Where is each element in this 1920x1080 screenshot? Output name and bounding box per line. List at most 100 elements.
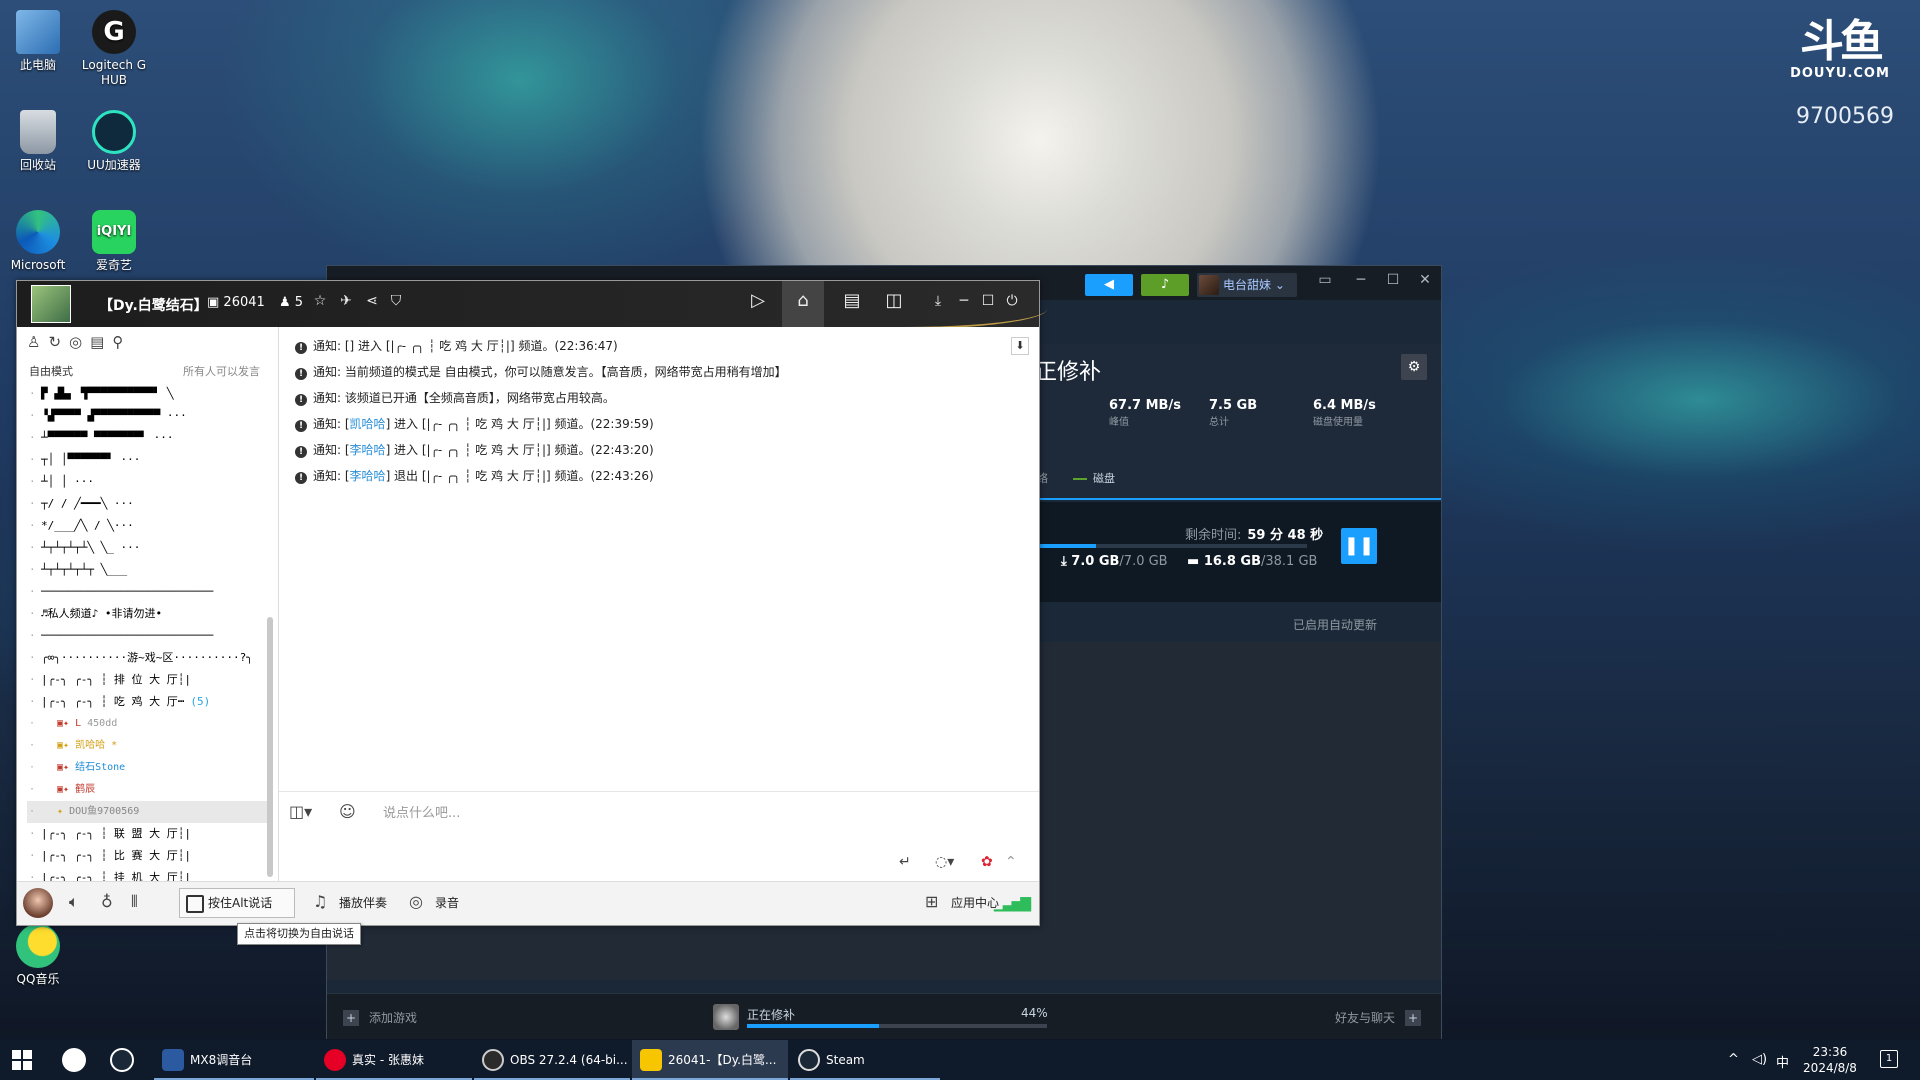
channel-avatar[interactable]	[31, 285, 71, 323]
add-game-button[interactable]: 添加游戏	[343, 1009, 417, 1026]
shield-icon[interactable]: ⛉	[387, 293, 405, 309]
list-icon[interactable]: ▤	[90, 333, 112, 351]
app-center-button[interactable]: 应用中心	[951, 894, 999, 911]
taskbar-app-music[interactable]: 真实 - 张惠妹	[316, 1040, 472, 1080]
location-icon[interactable]: ◎	[69, 333, 90, 351]
desktop-icon-label: 回收站	[19, 158, 56, 172]
channel-tree-item[interactable]: |╭-╮ ╭-╮ ┆ 联 盟 大 厅┆|	[27, 823, 271, 845]
footer-download-status[interactable]: 正在修补	[747, 1006, 795, 1023]
channel-tree-item[interactable]: ┴┬┴┬┴┬┴╲ ╲_ ···	[27, 537, 271, 559]
microphone-icon[interactable]: ♁	[101, 892, 113, 911]
send-icon[interactable]: ↵	[899, 854, 911, 870]
channel-tree-item[interactable]: |╭-╮ ╭-╮ ┆ 比 赛 大 厅┆|	[27, 845, 271, 867]
channel-tree-item[interactable]: ──────────────────────────	[27, 625, 271, 647]
steam-pin-icon[interactable]	[110, 1048, 134, 1072]
pause-button[interactable]: ❚❚	[1341, 528, 1377, 564]
share-icon[interactable]: ⋖	[363, 293, 381, 309]
vip-badge-icon: ▣✦	[57, 740, 70, 751]
channel-tree-item[interactable]: |╭-╮ ╭-╮ ┆ 排 位 大 厅┆|	[27, 669, 271, 691]
record-button[interactable]: 录音	[435, 894, 459, 911]
message-item: ! 通知: [李哈哈] 退出 [|╭- ╭╮ ┆ 吃 鸡 大 厅┆|] 频道。(2…	[295, 467, 654, 484]
scroll-down-button[interactable]: ⬇	[1011, 337, 1029, 355]
member-row[interactable]: ▣✦ 凯哈哈 *	[27, 735, 271, 757]
settings-gear-button[interactable]: ⚙	[1401, 354, 1427, 380]
desktop-icon-qq-music[interactable]: QQ音乐	[0, 924, 76, 987]
gamepad-emoji-icon[interactable]: ◫▾	[289, 802, 312, 821]
chat-input[interactable]	[383, 806, 883, 821]
board-icon[interactable]: ▤	[843, 290, 861, 311]
notification-center-button[interactable]: 1	[1880, 1050, 1898, 1068]
stat-disk-usage: 6.4 MB/s 磁盘使用量	[1313, 398, 1376, 428]
channel-tree-item[interactable]: ┴▀▀▀▀▀▀ ▀▀▀▀▀▀▀▘ ···	[27, 427, 271, 449]
channel-tree-item[interactable]: ┬/ / ╱━━━╲ ···	[27, 493, 271, 515]
volume-icon[interactable]: ◁)	[1752, 1052, 1767, 1067]
history-icon[interactable]: ↻	[48, 333, 69, 351]
channel-tree-item[interactable]: ╭∞╮··········游~戏~区··········?╮	[27, 647, 271, 669]
my-avatar[interactable]	[23, 888, 53, 918]
chat-bubble-icon[interactable]: ◌▾	[935, 854, 954, 870]
plane-icon[interactable]: ✈	[337, 293, 355, 309]
id-card-icon: ▣	[207, 295, 224, 310]
channel-tree-item[interactable]: ┴│ │ ···	[27, 471, 271, 493]
emoji-icon[interactable]: ☺	[339, 802, 356, 821]
channel-tree-item[interactable]: ┴┬┴┬┴┬┴┬ ╲___	[27, 559, 271, 581]
member-row[interactable]: ▣✦ 鹤辰	[27, 779, 271, 801]
push-to-talk-toggle[interactable]: 按住Alt说话	[179, 888, 295, 918]
announce-button[interactable]: ◀	[1085, 274, 1133, 296]
power-icon[interactable]: ⏻	[1003, 293, 1021, 309]
taskbar-app-mixer[interactable]: MX8调音台	[154, 1040, 314, 1080]
notice-icon: !	[295, 472, 307, 484]
user-icon[interactable]: ♙	[27, 333, 48, 351]
chevron-up-icon[interactable]: ⌃	[1005, 854, 1017, 870]
channel-tree-item[interactable]: ┬│ │▀▀▀▀▀▀▘ ···	[27, 449, 271, 471]
gamepad-icon[interactable]: ◫	[885, 290, 903, 311]
member-row-self[interactable]: ✦ DOU鱼9700569	[27, 801, 271, 823]
friends-chat-button[interactable]: 好友与聊天	[1335, 1009, 1421, 1026]
desktop-icon-logitech[interactable]: G Logitech G HUB	[76, 10, 152, 88]
maximize-button[interactable]: ☐	[979, 293, 997, 309]
sidebar-scrollbar[interactable]	[267, 617, 273, 877]
channel-tree-item[interactable]: ▛ ▟▙▖ ▜▀▀▀▀▀▀▀▀▀▀▘ ╲	[27, 383, 271, 405]
notifications-button[interactable]: ♪	[1141, 274, 1189, 296]
accompaniment-button[interactable]: 播放伴奏	[339, 894, 387, 911]
member-row[interactable]: ▣✦ 结石Stone	[27, 757, 271, 779]
channel-tree-item[interactable]: ▝▟▀▀▀▀ ▟▀▀▀▀▀▀▀▀▀▀ ···	[27, 405, 271, 427]
music-note-icon[interactable]: ♫	[313, 892, 327, 911]
video-icon[interactable]: ▷	[749, 290, 767, 311]
grid-icon[interactable]: ⊞	[925, 892, 938, 911]
close-button[interactable]: ✕	[1415, 272, 1435, 288]
chrome-icon[interactable]	[62, 1048, 86, 1072]
channel-tree-item[interactable]: ♬私人频道♪ •非请勿进•	[27, 603, 271, 625]
user-menu[interactable]: 电台甜妹 ⌄	[1197, 273, 1297, 297]
minimize-button[interactable]: ─	[955, 293, 973, 309]
flower-icon[interactable]: ✿	[981, 854, 993, 870]
member-row[interactable]: ▣✦ L 450dd	[27, 713, 271, 735]
windows-start-icon[interactable]	[12, 1050, 32, 1070]
minimize-button[interactable]: ─	[1351, 272, 1371, 288]
channel-tree-item[interactable]: ──────────────────────────	[27, 581, 271, 603]
channel-tree-item[interactable]: */___╱╲ / ╲···	[27, 515, 271, 537]
taskbar-app-voice-chat[interactable]: 26041-【Dy.白鹭...	[632, 1040, 788, 1080]
big-picture-icon[interactable]: ▭	[1315, 272, 1335, 288]
channel-tree-item-active[interactable]: |╭-╮ ╭-╮ ┆ 吃 鸡 大 厅┅(5)	[27, 691, 271, 713]
home-icon[interactable]: ⌂	[794, 290, 812, 311]
game-thumbnail	[713, 1004, 739, 1030]
desktop-icon-edge[interactable]: Microsoft	[0, 210, 76, 273]
download-icon[interactable]: ⤓	[929, 293, 947, 309]
desktop-icon-recycle-bin[interactable]: 回收站	[0, 110, 76, 173]
desktop-icon-iqiyi[interactable]: iQIYI 爱奇艺	[76, 210, 152, 273]
equalizer-icon[interactable]: ⫴	[131, 892, 138, 912]
maximize-button[interactable]: ☐	[1383, 272, 1403, 288]
desktop-icon-computer[interactable]: 此电脑	[0, 10, 76, 73]
taskbar-app-obs[interactable]: OBS 27.2.4 (64-bi...	[474, 1040, 630, 1080]
record-icon[interactable]: ◎	[409, 892, 423, 911]
desktop-icon-uu[interactable]: UU加速器	[76, 110, 152, 173]
favorite-icon[interactable]: ☆	[311, 293, 329, 309]
ime-indicator[interactable]: 中	[1776, 1052, 1789, 1071]
chat-bottom-bar: 🔈︎ ♁ ⫴ 按住Alt说话 ♫ 播放伴奏 ◎ 录音 ⊞ 应用中心 ▁▃▅▇	[17, 881, 1039, 925]
taskbar-app-steam[interactable]: Steam	[790, 1040, 940, 1080]
chevron-up-icon[interactable]: ^	[1728, 1052, 1739, 1067]
search-icon[interactable]: ⚲	[112, 333, 131, 351]
speaker-icon[interactable]: 🔈︎	[69, 892, 79, 912]
system-clock[interactable]: 23:36 2024/8/8	[1794, 1044, 1866, 1076]
